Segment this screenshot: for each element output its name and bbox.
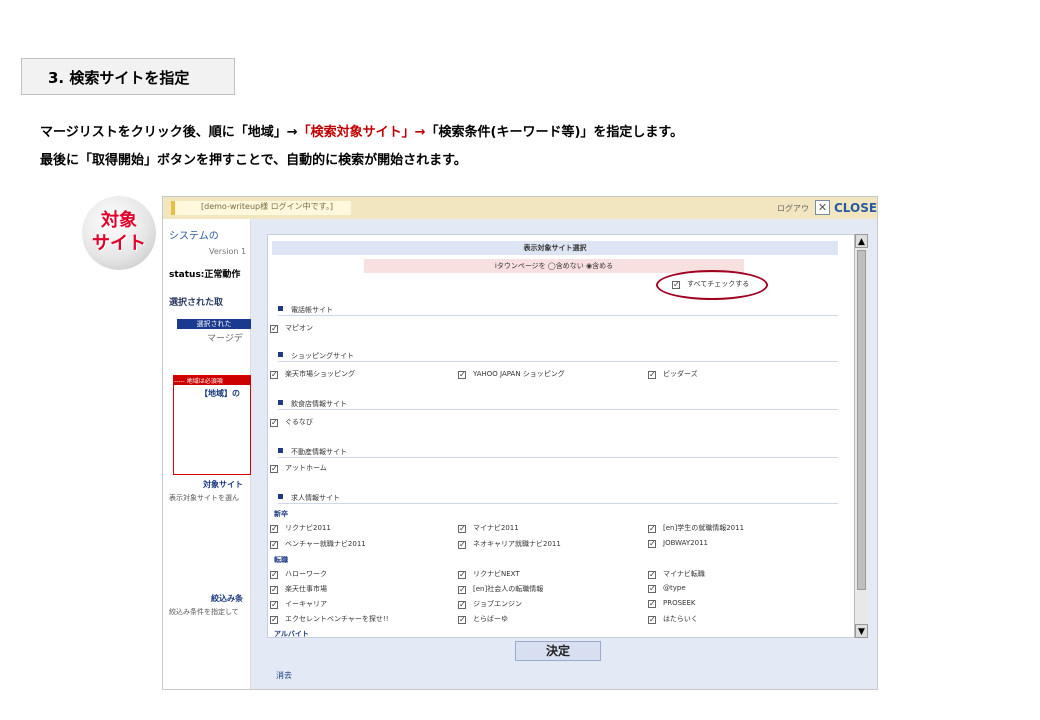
category-estate: 不動産情報サイト	[278, 447, 838, 458]
sub-career-change: 転職	[274, 556, 288, 564]
site-checkbox[interactable]: ✓ リクナビNEXT	[458, 569, 520, 579]
refine-hint: 絞込み条件を指定して	[169, 608, 239, 616]
site-checkbox[interactable]: ✓ ジョブエンジン	[458, 599, 522, 609]
logout-link[interactable]: ログアウ	[777, 203, 809, 214]
target-site-badge: 対象 サイト	[82, 196, 156, 270]
status-text: status:正常動作	[169, 270, 241, 280]
background-sidebar: システムの Version 1 status:正常動作 選択された取 選択された…	[163, 219, 251, 689]
clear-link[interactable]: 消去	[276, 670, 292, 681]
scroll-down-icon[interactable]: ▼	[855, 624, 868, 638]
selected-heading: 選択された取	[169, 298, 224, 308]
site-checkbox[interactable]: ✓ 楽天仕事市場	[270, 584, 327, 594]
site-checkbox[interactable]: ✓ PROSEEK	[648, 599, 695, 608]
site-checkbox[interactable]: ✓ リクナビ2011	[270, 523, 331, 533]
site-checkbox[interactable]: ✓ @type	[648, 584, 686, 593]
version-text: Version 1	[209, 247, 247, 256]
refine-heading: 絞込み条	[211, 594, 243, 603]
system-title: システムの	[169, 231, 219, 242]
intro-line-2: 最後に「取得開始」ボタンを押すことで、自動的に検索が開始されます。	[40, 153, 467, 168]
site-checkbox[interactable]: ✓ エクセレントベンチャーを探せ!!	[270, 614, 389, 624]
site-checkbox[interactable]: ✓ はたらいく	[648, 614, 698, 624]
site-checkbox[interactable]: ✓ アットホーム	[270, 463, 327, 473]
radio-exclude[interactable]: ◯	[548, 262, 556, 270]
site-select-dialog: 表示対象サイト選択 iタウンページを ◯含めない ◉含める ✓ すべてチェックする…	[267, 234, 857, 638]
selected-bar: 選択された	[177, 319, 251, 329]
site-checkbox[interactable]: ✓ ネオキャリア就職ナビ2011	[458, 539, 561, 549]
category-phone: 電話帳サイト	[278, 305, 838, 316]
dialog-scrollbar[interactable]: ▲ ▼	[854, 234, 868, 638]
site-checkbox[interactable]: ✓ ハローワーク	[270, 569, 327, 579]
intro-line-1: マージリストをクリック後、順に「地域」→「検索対象サイト」→「検索条件(キーワー…	[40, 125, 684, 140]
sub-new-grad: 新卒	[274, 510, 288, 518]
merge-text: マージデ	[207, 334, 243, 344]
category-shopping: ショッピングサイト	[278, 351, 838, 362]
scroll-up-icon[interactable]: ▲	[855, 234, 868, 248]
site-checkbox[interactable]: ✓ ビッダーズ	[648, 369, 698, 379]
login-status: [demo-writeup様 ログイン中です。]	[171, 201, 351, 215]
category-food: 飲食店情報サイト	[278, 399, 838, 410]
site-checkbox[interactable]: ✓ マイナビ転職	[648, 569, 705, 579]
region-box: ----- 地域は必須項 【地域】の	[173, 375, 251, 475]
site-checkbox[interactable]: ✓ マイナビ2011	[458, 523, 519, 533]
site-checkbox[interactable]: ✓ とらばーゆ	[458, 614, 508, 624]
site-checkbox[interactable]: ✓ [en]学生の就職情報2011	[648, 523, 744, 533]
site-checkbox[interactable]: ✓ YAHOO JAPAN ショッピング	[458, 369, 565, 379]
site-checkbox[interactable]: ✓ [en]社会人の転職情報	[458, 584, 543, 594]
dialog-title: 表示対象サイト選択	[272, 241, 838, 255]
highlight-ellipse	[656, 270, 768, 300]
sub-part-time: アルバイト	[274, 630, 309, 637]
site-checkbox[interactable]: ✓ マピオン	[270, 323, 313, 333]
target-site-heading: 対象サイト	[203, 480, 243, 489]
step-heading: 3. 検索サイトを指定	[21, 58, 235, 95]
site-checkbox[interactable]: ✓ ぐるなび	[270, 417, 313, 427]
site-checkbox[interactable]: ✓ 楽天市場ショッピング	[270, 369, 355, 379]
site-checkbox[interactable]: ✓ JOBWAY2011	[648, 539, 708, 548]
scroll-thumb[interactable]	[857, 250, 866, 590]
site-checkbox[interactable]: ✓ ベンチャー就職ナビ2011	[270, 539, 366, 549]
site-checkbox[interactable]: ✓ イーキャリア	[270, 599, 327, 609]
app-topbar: [demo-writeup様 ログイン中です。] ログアウ ✕ CLOSE	[163, 197, 877, 219]
app-screenshot: [demo-writeup様 ログイン中です。] ログアウ ✕ CLOSE システ…	[162, 196, 878, 690]
confirm-button[interactable]: 決定	[515, 641, 601, 661]
target-site-hint: 表示対象サイトを選ん	[169, 494, 239, 502]
category-jobs: 求人情報サイト	[278, 493, 838, 504]
close-button[interactable]: ✕ CLOSE	[815, 200, 877, 215]
close-icon: ✕	[815, 200, 830, 215]
